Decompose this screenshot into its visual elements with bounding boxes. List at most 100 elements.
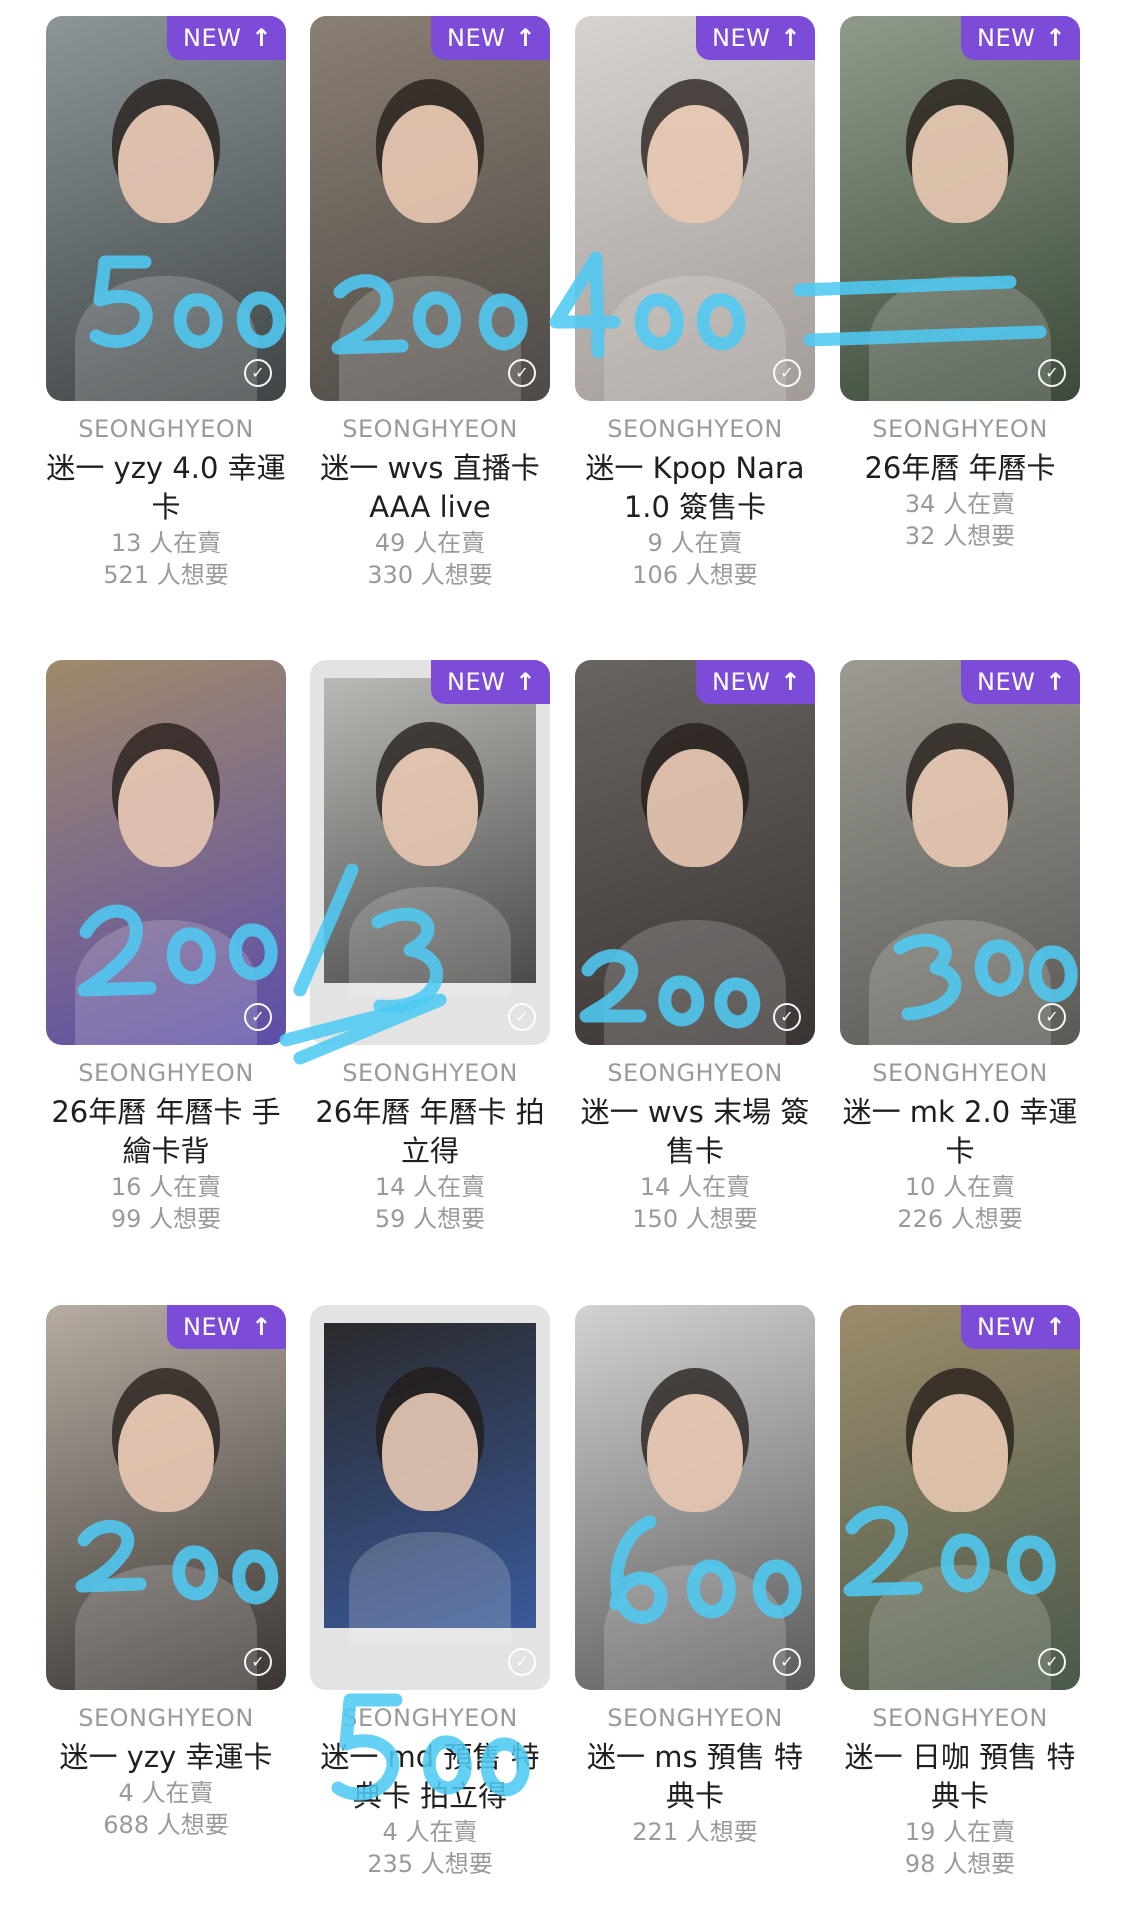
person-body [74,920,258,1045]
arrow-up-icon: ↑ [780,24,801,52]
sellers-count: 14 人在賣 [639,1173,751,1201]
card-title[interactable]: 迷一 ms 預售 特典卡 [575,1738,815,1816]
arrow-up-icon: ↑ [251,24,272,52]
sellers-count: 4 人在賣 [118,1779,214,1807]
photocard-image[interactable]: NEW ↑ ✓ [310,16,550,401]
check-circle-icon[interactable]: ✓ [244,1648,272,1676]
photocard-item[interactable]: ✓ SEONGHYEON 迷一 ms 預售 特典卡 221 人想要 [575,1305,815,1848]
artist-name: SEONGHYEON [607,415,783,443]
check-circle-icon[interactable]: ✓ [508,1003,536,1031]
photocard-item[interactable]: NEW ↑ ✓ SEONGHYEON 迷一 yzy 4.0 幸運卡 13 人在賣 521 人… [46,16,286,591]
new-badge: NEW ↑ [431,16,550,60]
check-circle-icon[interactable]: ✓ [508,359,536,387]
check-circle-icon[interactable]: ✓ [508,1648,536,1676]
artist-name: SEONGHYEON [872,415,1048,443]
person-body [868,276,1052,401]
photocard-item[interactable]: NEW ↑ ✓ SEONGHYEON 迷一 wvs 直播卡 AAA live 49 人在賣… [310,16,550,591]
photocard-item[interactable]: ✓ SEONGHYEON 26年曆 年曆卡 手繪卡背 16 人在賣 99 人想要 [46,660,286,1235]
artist-name: SEONGHYEON [78,1704,254,1732]
card-title[interactable]: 26年曆 年曆卡 拍立得 [310,1093,550,1171]
photocard-image[interactable]: NEW ↑ ✓ [840,1305,1080,1690]
person-body [868,1565,1052,1690]
card-title[interactable]: 迷一 mk 2.0 幸運卡 [840,1093,1080,1171]
card-title[interactable]: 迷一 wvs 末場 簽售卡 [575,1093,815,1171]
product-grid: NEW ↑ ✓ SEONGHYEON 迷一 yzy 4.0 幸運卡 13 人在賣 521 人… [0,0,1126,1919]
check-circle-icon[interactable]: ✓ [1038,1003,1066,1031]
check-mark: ✓ [780,363,794,382]
photocard-image[interactable]: NEW ↑ ✓ [840,660,1080,1045]
check-mark: ✓ [1045,1652,1059,1671]
wanted-count: 221 人想要 [632,1818,758,1846]
arrow-up-icon: ↑ [780,668,801,696]
person-silhouette [647,1393,743,1512]
check-circle-icon[interactable]: ✓ [1038,359,1066,387]
check-mark: ✓ [1045,363,1059,382]
polaroid-photo [324,1323,536,1642]
check-circle-icon[interactable]: ✓ [773,359,801,387]
photocard-item[interactable]: NEW ↑ ✓ SEONGHYEON 迷一 日咖 預售 特典卡 19 人在賣 98 人想要 [840,1305,1080,1880]
wanted-count: 688 人想要 [103,1811,229,1839]
card-title[interactable]: 26年曆 年曆卡 [840,449,1080,488]
wanted-count: 521 人想要 [103,561,229,589]
photocard-image[interactable]: NEW ↑ ✓ [575,16,815,401]
new-badge-label: NEW [712,24,771,52]
sellers-count: 4 人在賣 [382,1818,478,1846]
new-badge-label: NEW [977,668,1036,696]
new-badge: NEW ↑ [961,1305,1080,1349]
new-badge-label: NEW [977,1313,1036,1341]
new-badge-label: NEW [977,24,1036,52]
person-body [74,1565,258,1690]
artist-name: SEONGHYEON [607,1704,783,1732]
wanted-count: 106 人想要 [632,561,758,589]
card-title[interactable]: 迷一 yzy 4.0 幸運卡 [46,449,286,527]
check-circle-icon[interactable]: ✓ [1038,1648,1066,1676]
check-circle-icon[interactable]: ✓ [773,1003,801,1031]
check-mark: ✓ [1045,1007,1059,1026]
photocard-item[interactable]: NEW ↑ ✓ SEONGHYEON 26年曆 年曆卡 拍立得 14 人在賣 59 人想要 [310,660,550,1235]
person-silhouette [382,748,478,867]
card-title[interactable]: 迷一 yzy 幸運卡 [46,1738,286,1777]
wanted-count: 150 人想要 [632,1205,758,1233]
card-title[interactable]: 迷一 wvs 直播卡 AAA live [310,449,550,527]
person-body [603,920,787,1045]
photocard-item[interactable]: NEW ↑ ✓ SEONGHYEON 迷一 wvs 末場 簽售卡 14 人在賣 150 人想… [575,660,815,1235]
photocard-item[interactable]: NEW ↑ ✓ SEONGHYEON 迷一 Kpop Nara 1.0 簽售卡 9 人在賣… [575,16,815,591]
artist-name: SEONGHYEON [78,1059,254,1087]
check-mark: ✓ [515,1007,529,1026]
check-circle-icon[interactable]: ✓ [244,359,272,387]
polaroid-photo [324,678,536,997]
photocard-image[interactable]: ✓ [310,1305,550,1690]
person-body [603,276,787,401]
photocard-image[interactable]: NEW ↑ ✓ [840,16,1080,401]
wanted-count: 98 人想要 [904,1850,1016,1878]
new-badge: NEW ↑ [167,1305,286,1349]
check-circle-icon[interactable]: ✓ [244,1003,272,1031]
photocard-image[interactable]: ✓ [575,1305,815,1690]
new-badge-label: NEW [447,24,506,52]
new-badge: NEW ↑ [696,660,815,704]
photocard-image[interactable]: ✓ [46,660,286,1045]
photocard-image[interactable]: NEW ↑ ✓ [575,660,815,1045]
photocard-item[interactable]: NEW ↑ ✓ SEONGHYEON 迷一 yzy 幸運卡 4 人在賣 688 人想要 [46,1305,286,1841]
new-badge-label: NEW [447,668,506,696]
artist-name: SEONGHYEON [342,1704,518,1732]
new-badge: NEW ↑ [167,16,286,60]
photocard-image[interactable]: NEW ↑ ✓ [310,660,550,1045]
photocard-item[interactable]: ✓ SEONGHYEON 迷一 md 預售 特典卡 拍立得 4 人在賣 235 人想要 [310,1305,550,1880]
card-title[interactable]: 迷一 Kpop Nara 1.0 簽售卡 [575,449,815,527]
photocard-image[interactable]: NEW ↑ ✓ [46,1305,286,1690]
person-body [603,1565,787,1690]
person-body [74,276,258,401]
photocard-item[interactable]: NEW ↑ ✓ SEONGHYEON 迷一 mk 2.0 幸運卡 10 人在賣 226 人想… [840,660,1080,1235]
photocard-image[interactable]: NEW ↑ ✓ [46,16,286,401]
photocard-item[interactable]: NEW ↑ ✓ SEONGHYEON 26年曆 年曆卡 34 人在賣 32 人想要 [840,16,1080,552]
new-badge: NEW ↑ [431,660,550,704]
sellers-count: 13 人在賣 [110,529,222,557]
arrow-up-icon: ↑ [515,24,536,52]
person-body [868,920,1052,1045]
sellers-count: 10 人在賣 [904,1173,1016,1201]
card-title[interactable]: 26年曆 年曆卡 手繪卡背 [46,1093,286,1171]
card-title[interactable]: 迷一 md 預售 特典卡 拍立得 [310,1738,550,1816]
check-circle-icon[interactable]: ✓ [773,1648,801,1676]
card-title[interactable]: 迷一 日咖 預售 特典卡 [840,1738,1080,1816]
